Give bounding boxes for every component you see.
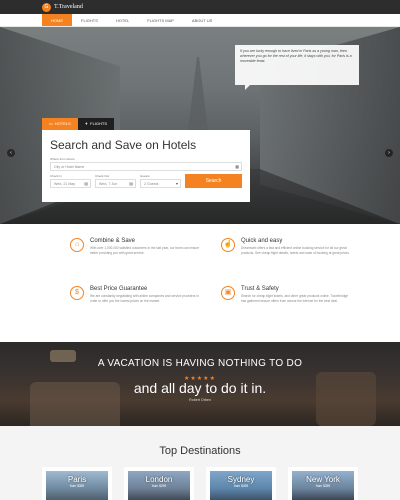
destination-name: Sydney bbox=[227, 475, 255, 484]
destination-price: from $299 bbox=[151, 484, 167, 488]
paris-image: Paris from $359 bbox=[46, 471, 108, 500]
destination-name: Paris bbox=[67, 475, 87, 484]
destination-card-sydney[interactable]: Sydney from $499 bbox=[206, 467, 276, 500]
feature-text: Dreamweb offers a fast and efficient onl… bbox=[241, 246, 350, 255]
destination-name: London bbox=[145, 475, 173, 484]
banner-subtitle: and all day to do it in. bbox=[133, 380, 267, 396]
feature-text: Search for cheap flight tickets, and oth… bbox=[241, 294, 349, 303]
hero-quote: If you are lucky enough to have lived in… bbox=[235, 45, 359, 90]
main-nav: HOME FLIGHTS HOTEL FLIGHTS MAP ABOUT US bbox=[0, 14, 400, 27]
where-label: Where from where bbox=[50, 157, 75, 161]
logo-text[interactable]: T.Traveland bbox=[54, 4, 83, 10]
logo-icon: G bbox=[42, 2, 51, 12]
nav-item-hotel[interactable]: HOTEL bbox=[107, 14, 138, 26]
checkin-col: Check In Wed, 21 May ▤ bbox=[50, 174, 91, 188]
checkout-value: Wed, 7 Jun bbox=[99, 182, 118, 186]
destination-card-new-york[interactable]: New York from $359 bbox=[288, 467, 358, 500]
new-york-image: New York from $359 bbox=[292, 471, 354, 500]
checkin-label: Check In bbox=[50, 174, 62, 178]
section-title: Top Destinations bbox=[159, 445, 241, 457]
nav-item-about-us[interactable]: ABOUT US bbox=[183, 14, 221, 26]
nav-item-flights[interactable]: FLIGHTS bbox=[72, 14, 107, 26]
tab-flights-label: FLIGHTS bbox=[90, 121, 108, 126]
plane-icon: ✈ bbox=[84, 121, 89, 126]
lock-icon: ▣ bbox=[221, 286, 235, 300]
top-destinations-section: Top Destinations Paris from $359 London … bbox=[0, 426, 400, 500]
price-tag-icon: ⌂ bbox=[70, 238, 84, 252]
feature-best-price: $ Best Price Guarantee We are constantly… bbox=[70, 286, 200, 303]
panel-title: Search and Save on Hotels bbox=[50, 138, 197, 152]
thumbs-up-icon: ☝ bbox=[221, 238, 235, 252]
hotel-icon: ▦ bbox=[235, 164, 239, 169]
feature-trust-safety: ▣ Trust & Safety Search for cheap flight… bbox=[221, 286, 351, 303]
guests-select[interactable]: 2 Guests ▾ bbox=[140, 179, 181, 188]
tab-flights[interactable]: ✈ FLIGHTS bbox=[77, 118, 115, 130]
feature-title: Combine & Save bbox=[90, 238, 136, 244]
chevron-down-icon: ▾ bbox=[175, 181, 178, 186]
checkout-field[interactable]: Wed, 7 Jun ▤ bbox=[95, 179, 136, 188]
checkin-field[interactable]: Wed, 21 May ▤ bbox=[50, 179, 91, 188]
vacation-banner: A VACATION IS HAVING NOTHING TO DO ★★★★★… bbox=[0, 342, 400, 426]
feature-title: Best Price Guarantee bbox=[90, 286, 148, 292]
banner-title: A VACATION IS HAVING NOTHING TO DO bbox=[97, 358, 303, 369]
chevron-right-icon[interactable]: › bbox=[385, 149, 393, 157]
nav-item-home[interactable]: HOME bbox=[42, 14, 72, 26]
destination-input[interactable]: City or Hotel Name ▦ bbox=[50, 162, 242, 171]
checkin-value: Wed, 21 May bbox=[54, 182, 76, 186]
search-button[interactable]: Search bbox=[185, 174, 242, 188]
destination-card-paris[interactable]: Paris from $359 bbox=[42, 467, 112, 500]
feature-text: We are constantly negotiating with airli… bbox=[90, 294, 199, 303]
sydney-image: Sydney from $499 bbox=[210, 471, 272, 500]
bed-icon: ▭ bbox=[49, 121, 53, 126]
feature-title: Trust & Safety bbox=[241, 286, 279, 292]
feature-quick-easy: ☝ Quick and easy Dreamweb offers a fast … bbox=[221, 238, 351, 255]
chevron-left-icon[interactable]: ‹ bbox=[7, 149, 15, 157]
checkout-col: Check Out Wed, 7 Jun ▤ bbox=[95, 174, 136, 188]
destination-price: from $359 bbox=[69, 484, 85, 488]
guests-value: 2 Guests bbox=[144, 182, 159, 186]
guests-label: Guests bbox=[140, 174, 150, 178]
destination-price: from $499 bbox=[233, 484, 249, 488]
feature-combine-save: ⌂ Combine & Save With over 1,000,000 sat… bbox=[70, 238, 200, 255]
calendar-icon: ▤ bbox=[84, 181, 88, 186]
search-row: Check In Wed, 21 May ▤ Check Out Wed, 7 … bbox=[50, 174, 242, 188]
tab-hotels[interactable]: ▭ HOTELS bbox=[42, 118, 78, 130]
search-tabs: ▭ HOTELS ✈ FLIGHTS bbox=[42, 118, 115, 130]
destination-card-london[interactable]: London from $299 bbox=[124, 467, 194, 500]
destination-cards: Paris from $359 London from $299 Sydney … bbox=[0, 467, 400, 500]
search-panel: Search and Save on Hotels Where from whe… bbox=[42, 130, 250, 202]
nav-item-flights-map[interactable]: FLIGHTS MAP bbox=[138, 14, 183, 26]
london-image: London from $299 bbox=[128, 471, 190, 500]
guests-col: Guests 2 Guests ▾ bbox=[140, 174, 181, 188]
destination-name: New York bbox=[306, 475, 340, 484]
calendar-icon: ▤ bbox=[129, 181, 133, 186]
feature-text: With over 1,000,000 satisfied customers … bbox=[90, 246, 200, 255]
tab-hotels-label: HOTELS bbox=[54, 121, 71, 126]
destination-price: from $359 bbox=[315, 484, 331, 488]
destination-placeholder: City or Hotel Name bbox=[54, 165, 85, 169]
banner-author: Robert Orben bbox=[189, 398, 211, 402]
dollar-icon: $ bbox=[70, 286, 84, 300]
checkout-label: Check Out bbox=[95, 174, 110, 178]
feature-title: Quick and easy bbox=[241, 238, 283, 244]
features-section: ⌂ Combine & Save With over 1,000,000 sat… bbox=[0, 224, 400, 342]
top-bar: G T.Traveland bbox=[0, 0, 400, 14]
